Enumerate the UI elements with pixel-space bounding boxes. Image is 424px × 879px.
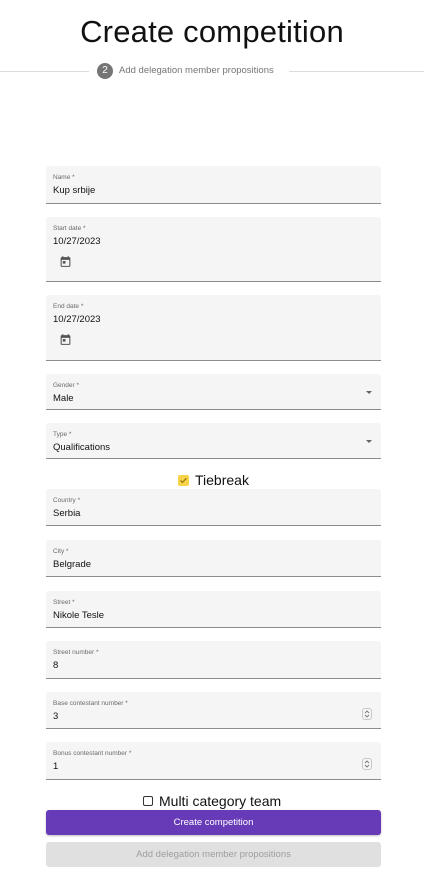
street-field[interactable]: Street * Nikole Tesle xyxy=(46,591,381,628)
street-number-field[interactable]: Street number * 8 xyxy=(46,641,381,679)
multi-category-team-row[interactable]: Multi category team xyxy=(0,792,424,810)
tiebreak-row[interactable]: Tiebreak xyxy=(0,471,424,489)
step-label[interactable]: Add delegation member propositions xyxy=(119,65,274,76)
start-date-field[interactable]: Start date * 10/27/2023 xyxy=(46,217,381,282)
base-contestant-number-input[interactable]: 3 xyxy=(53,711,58,722)
type-label: Type * xyxy=(53,431,72,438)
dropdown-arrow-icon[interactable] xyxy=(366,440,372,443)
start-date-input[interactable]: 10/27/2023 xyxy=(53,236,101,247)
stepper: 2 Add delegation member propositions xyxy=(0,62,424,82)
bonus-contestant-number-field[interactable]: Bonus contestant number * 1 xyxy=(46,742,381,780)
calendar-icon[interactable] xyxy=(59,333,72,346)
number-spinner[interactable] xyxy=(362,758,372,770)
city-field[interactable]: City * Belgrade xyxy=(46,540,381,577)
end-date-field[interactable]: End date * 10/27/2023 xyxy=(46,295,381,361)
street-number-label: Street number * xyxy=(53,649,99,656)
checkmark-icon xyxy=(180,477,187,484)
city-input[interactable]: Belgrade xyxy=(53,559,91,570)
street-label: Street * xyxy=(53,599,75,606)
add-delegation-member-propositions-button[interactable]: Add delegation member propositions xyxy=(46,842,381,867)
multi-category-team-checkbox[interactable] xyxy=(143,796,153,806)
country-input[interactable]: Serbia xyxy=(53,508,80,519)
stepper-line-right xyxy=(289,71,424,72)
bonus-contestant-number-input[interactable]: 1 xyxy=(53,761,58,772)
type-select[interactable]: Type * Qualifications xyxy=(46,423,381,459)
tiebreak-checkbox[interactable] xyxy=(178,475,189,486)
create-competition-button[interactable]: Create competition xyxy=(46,810,381,835)
gender-label: Gender * xyxy=(53,382,80,389)
start-date-label: Start date * xyxy=(53,225,86,232)
gender-select[interactable]: Gender * Male xyxy=(46,374,381,410)
page-title: Create competition xyxy=(80,14,344,49)
street-input[interactable]: Nikole Tesle xyxy=(53,610,104,621)
street-number-input[interactable]: 8 xyxy=(53,660,58,671)
bonus-contestant-number-label: Bonus contestant number * xyxy=(53,750,132,757)
name-field[interactable]: Name * Kup srbije xyxy=(46,166,381,204)
stepper-line-left xyxy=(0,71,89,72)
country-label: Country * xyxy=(53,497,81,504)
name-input[interactable]: Kup srbije xyxy=(53,185,95,196)
type-value[interactable]: Qualifications xyxy=(53,442,110,453)
spinner-arrows-icon xyxy=(364,710,370,718)
end-date-label: End date * xyxy=(53,303,84,310)
multi-category-team-label[interactable]: Multi category team xyxy=(159,793,281,809)
gender-value[interactable]: Male xyxy=(53,393,74,404)
city-label: City * xyxy=(53,548,69,555)
country-field[interactable]: Country * Serbia xyxy=(46,489,381,526)
name-label: Name * xyxy=(53,174,75,181)
number-spinner[interactable] xyxy=(362,708,372,720)
end-date-input[interactable]: 10/27/2023 xyxy=(53,314,101,325)
tiebreak-label[interactable]: Tiebreak xyxy=(195,472,249,488)
step-number-badge[interactable]: 2 xyxy=(97,63,113,79)
calendar-icon[interactable] xyxy=(59,255,72,268)
base-contestant-number-label: Base contestant number * xyxy=(53,700,128,707)
spinner-arrows-icon xyxy=(364,760,370,768)
base-contestant-number-field[interactable]: Base contestant number * 3 xyxy=(46,692,381,729)
dropdown-arrow-icon[interactable] xyxy=(366,391,372,394)
